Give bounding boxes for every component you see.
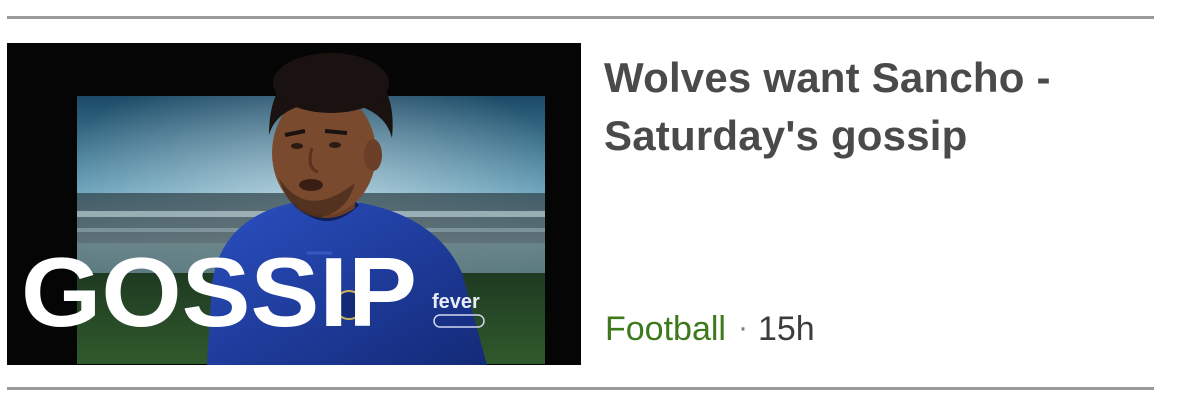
topic-link-football[interactable]: Football [605,310,726,348]
story-meta: Football · 15h [605,308,815,349]
meta-separator: · [737,311,748,344]
story-thumbnail[interactable]: fever GOSSIP [7,43,581,365]
gossip-thumbnail-image: fever GOSSIP [21,53,545,365]
shirt-sponsor-text: fever [432,291,480,313]
story-headline[interactable]: Wolves want Sancho - Saturday's gossip [604,49,1124,165]
top-divider [7,16,1154,19]
bottom-divider [7,387,1154,390]
gossip-overlay-text: GOSSIP [21,237,417,347]
story-timestamp: 15h [757,310,815,348]
news-story-card[interactable]: fever GOSSIP Wolves want Sancho - Saturd… [7,43,1154,365]
